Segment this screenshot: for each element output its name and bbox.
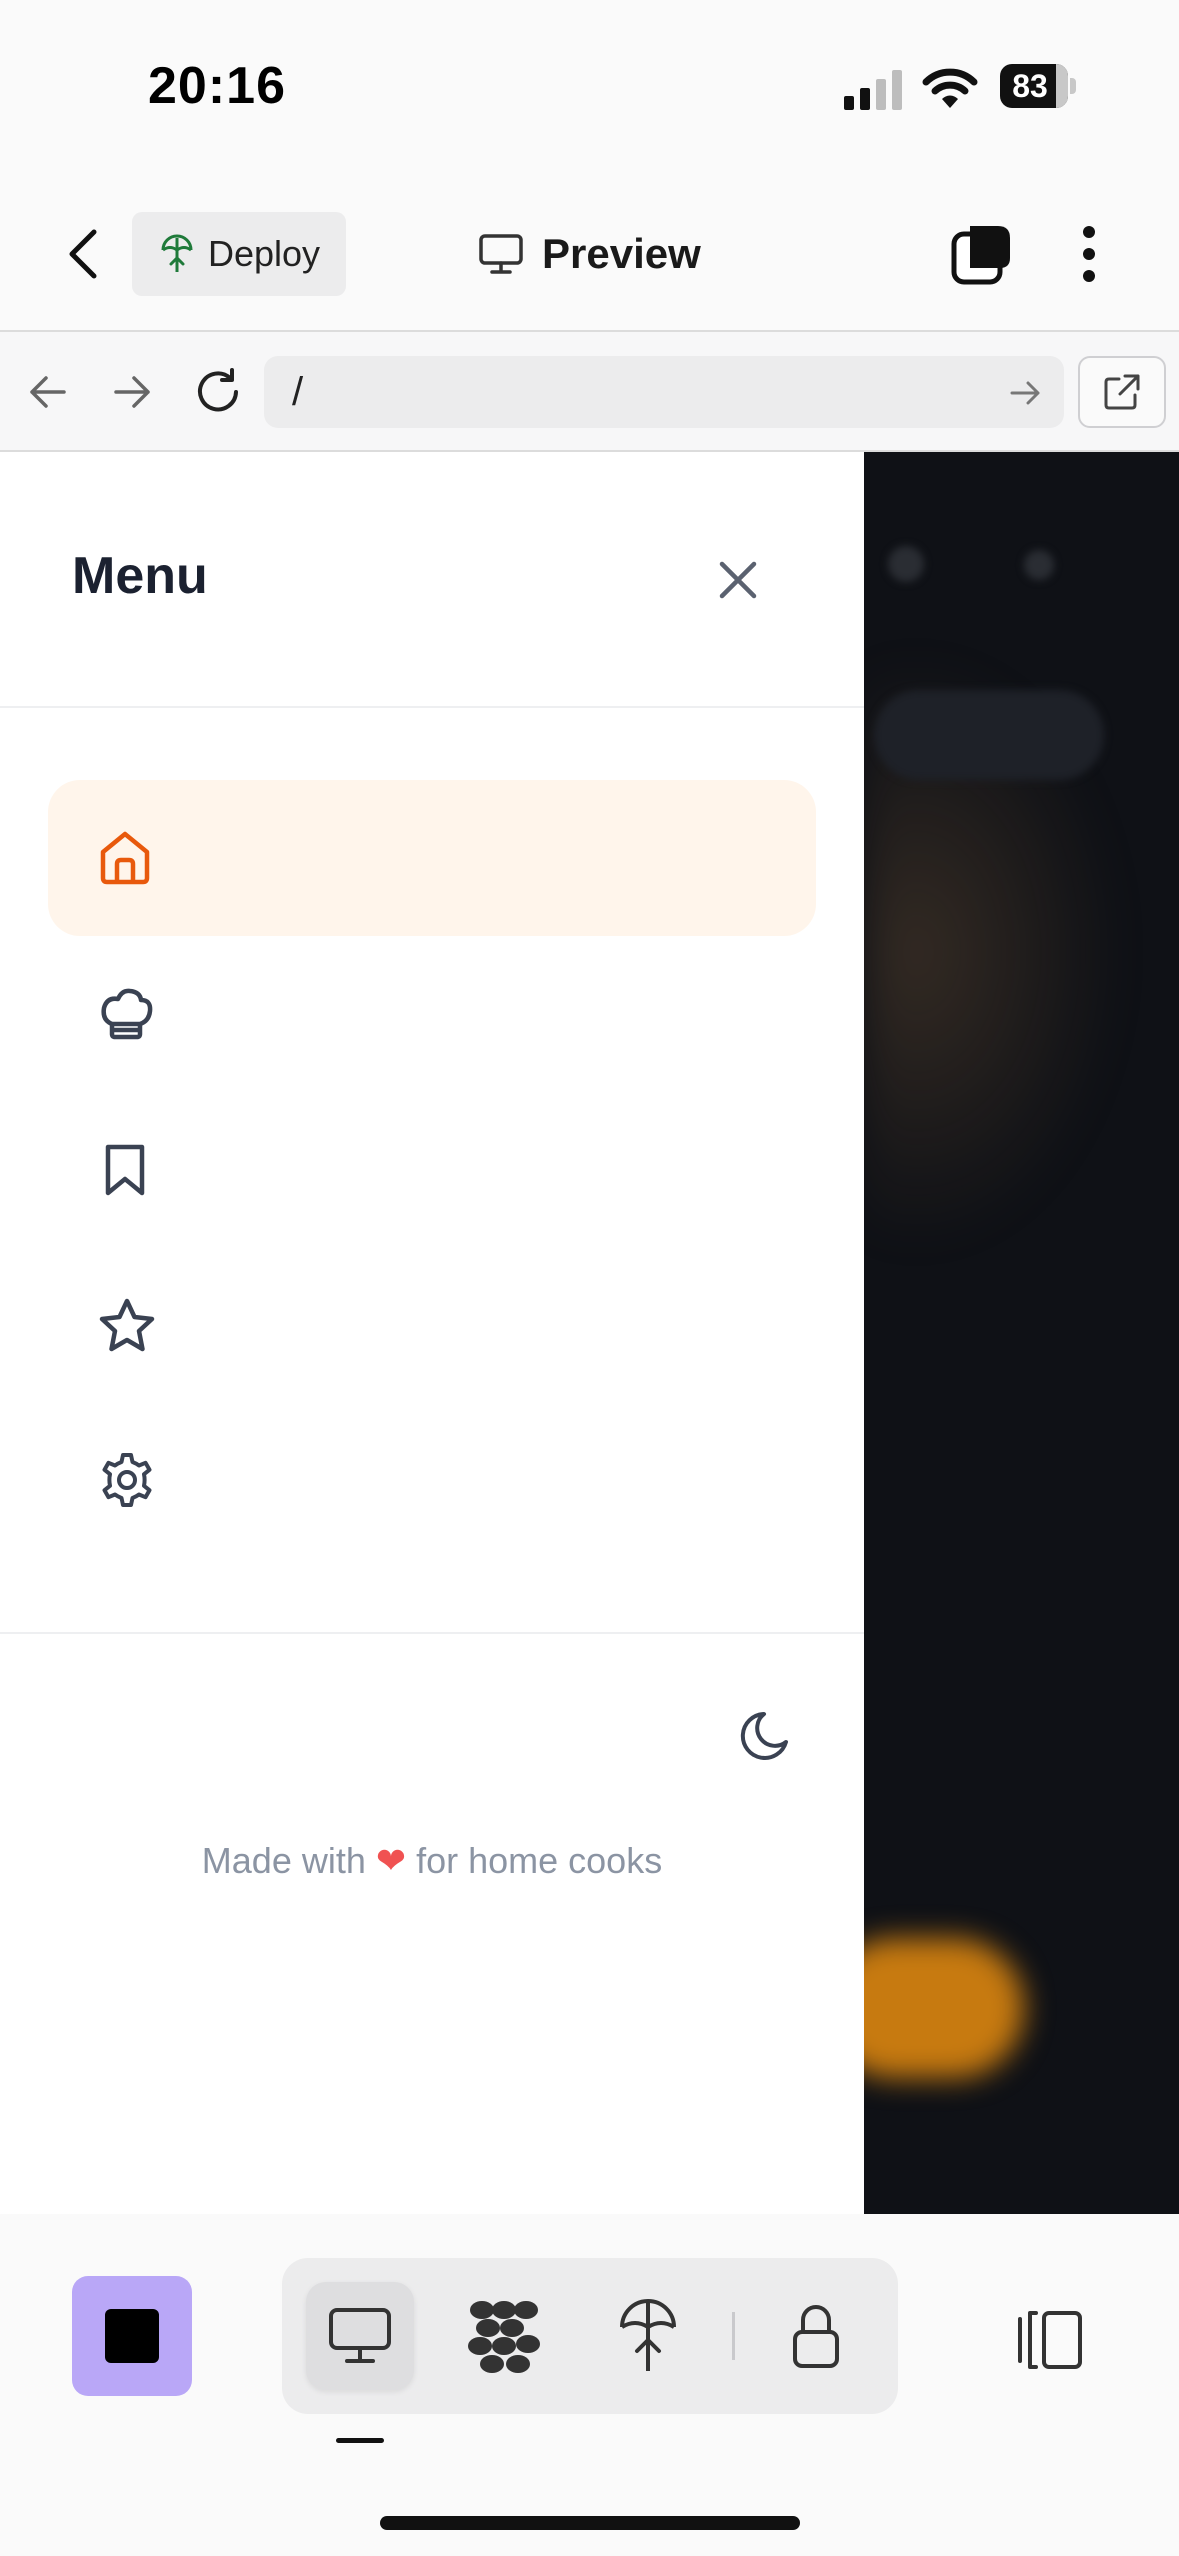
- drawer-title: Menu: [72, 547, 208, 605]
- nav-item-favorites[interactable]: [48, 1248, 816, 1404]
- nav-item-settings[interactable]: [48, 1402, 816, 1558]
- star-icon: [98, 1297, 156, 1355]
- stop-button[interactable]: [72, 2276, 192, 2396]
- monitor-icon: [478, 233, 524, 275]
- footer-prefix: Made with: [201, 1840, 366, 1881]
- reload-icon[interactable]: [192, 366, 244, 418]
- deploy-icon: [160, 234, 194, 274]
- lock-icon: [790, 2302, 842, 2370]
- status-time: 20:16: [148, 57, 286, 115]
- nav-back-icon[interactable]: [26, 370, 70, 414]
- bookmark-icon: [98, 1141, 152, 1199]
- url-text: /: [292, 370, 304, 414]
- wifi-icon: [922, 66, 978, 110]
- battery-level: 83: [1012, 68, 1048, 104]
- preview-label: Preview: [542, 230, 701, 277]
- toolbar-separator: [732, 2312, 735, 2360]
- drawer-header-divider: [0, 706, 864, 708]
- active-view-indicator: [336, 2438, 384, 2443]
- close-icon: [716, 558, 760, 602]
- tabs-icon[interactable]: [950, 222, 1014, 286]
- external-link-icon: [1103, 373, 1141, 411]
- background-app-overlay[interactable]: [864, 452, 1179, 2214]
- theme-toggle-button[interactable]: [730, 1706, 794, 1770]
- drawer-footer-divider: [0, 1632, 864, 1634]
- url-input[interactable]: [264, 356, 1064, 428]
- footer-credit: Made with ❤ for home cooks: [0, 1840, 864, 1882]
- deploy-label: Deploy: [208, 233, 321, 274]
- nav-item-recipes[interactable]: [48, 936, 816, 1092]
- monitor-icon: [327, 2306, 393, 2366]
- home-indicator: [380, 2516, 800, 2530]
- nav-item-saved[interactable]: [48, 1092, 816, 1248]
- heart-icon: ❤: [375, 1840, 407, 1881]
- battery-icon: 83: [1000, 64, 1076, 108]
- cellular-signal-icon: [844, 70, 904, 110]
- split-view-icon: [1014, 2309, 1086, 2371]
- moon-icon: [734, 1710, 790, 1766]
- stop-icon: [105, 2309, 159, 2363]
- back-chevron-icon[interactable]: [62, 226, 106, 282]
- nav-item-home[interactable]: [48, 780, 816, 936]
- nav-forward-icon[interactable]: [110, 370, 154, 414]
- footer-suffix: for home cooks: [416, 1840, 663, 1881]
- deploy-icon: [618, 2299, 678, 2373]
- agents-icon: [466, 2298, 542, 2374]
- deploy-button[interactable]: Deploy: [132, 212, 346, 296]
- split-view-button[interactable]: [1008, 2300, 1092, 2380]
- chef-hat-icon: [98, 986, 154, 1042]
- settings-icon: [98, 1451, 156, 1509]
- preview-view-button[interactable]: [306, 2282, 414, 2390]
- open-external-button[interactable]: [1078, 356, 1166, 428]
- deploy-view-button[interactable]: [594, 2282, 702, 2390]
- agents-view-button[interactable]: [450, 2282, 558, 2390]
- home-icon: [98, 830, 152, 886]
- more-vertical-icon[interactable]: [1076, 224, 1102, 284]
- view-switcher: [282, 2258, 898, 2414]
- preview-tab[interactable]: Preview: [478, 224, 701, 284]
- close-drawer-button[interactable]: [708, 550, 768, 610]
- secrets-view-button[interactable]: [762, 2282, 870, 2390]
- go-arrow-icon[interactable]: [1008, 378, 1044, 408]
